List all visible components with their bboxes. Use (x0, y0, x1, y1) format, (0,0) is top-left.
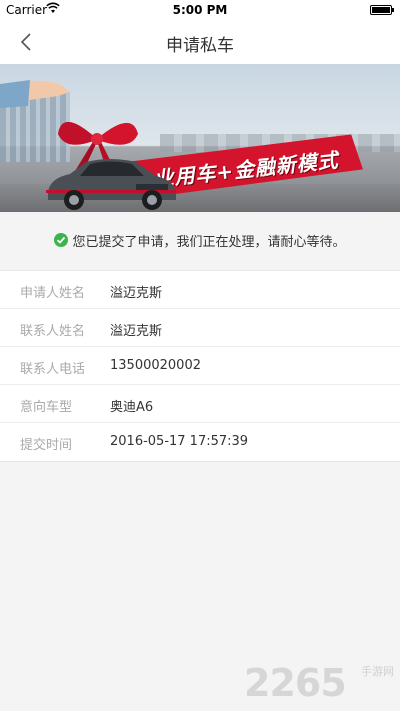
promo-banner[interactable]: 企业用车+金融新模式 (0, 64, 400, 212)
application-info-list: 申请人姓名 溢迈克斯 联系人姓名 溢迈克斯 联系人电话 13500020002 … (0, 270, 400, 462)
info-label: 提交时间 (20, 438, 73, 453)
info-value: 奥迪A6 (110, 400, 154, 415)
navigation-bar: 申请私车 (0, 20, 400, 64)
status-bar: Carrier 5:00 PM (0, 0, 400, 20)
info-label: 联系人姓名 (20, 324, 86, 339)
info-label: 联系人电话 (20, 362, 86, 377)
check-circle-icon (54, 233, 69, 247)
info-row-car-model: 意向车型 奥迪A6 (0, 385, 400, 423)
watermark-number: 2265 (244, 661, 347, 705)
car-image (46, 159, 176, 210)
page-title: 申请私车 (166, 36, 234, 56)
submission-notice: 您已提交了申请，我们正在处理，请耐心等待。 (0, 212, 400, 268)
info-row-contact-phone: 联系人电话 13500020002 (0, 347, 400, 385)
battery-fill (372, 7, 390, 13)
notice-text: 您已提交了申请，我们正在处理，请耐心等待。 (72, 234, 346, 250)
info-row-applicant-name: 申请人姓名 溢迈克斯 (0, 271, 400, 309)
watermark-logo: 2265 手游网 (244, 661, 394, 705)
info-row-submit-time: 提交时间 2016-05-17 17:57:39 (0, 423, 400, 461)
info-value: 2016-05-17 17:57:39 (110, 434, 249, 449)
info-row-contact-name: 联系人姓名 溢迈克斯 (0, 309, 400, 347)
battery-icon (370, 5, 394, 15)
info-value: 溢迈克斯 (110, 324, 163, 339)
info-label: 意向车型 (20, 400, 73, 415)
status-time: 5:00 PM (172, 3, 228, 17)
info-value: 溢迈克斯 (110, 286, 163, 301)
watermark-site: 手游网 (361, 665, 394, 678)
info-value: 13500020002 (110, 358, 201, 373)
info-label: 申请人姓名 (20, 286, 86, 301)
